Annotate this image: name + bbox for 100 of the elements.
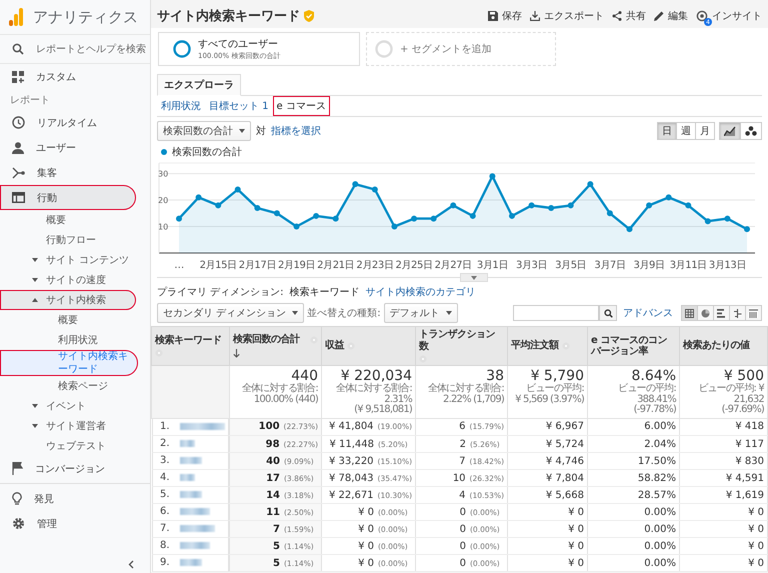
line-chart-button[interactable] <box>719 122 741 140</box>
table-cell: ¥ 4,591 <box>680 470 768 486</box>
nav-item[interactable]: 集客 <box>0 160 150 185</box>
column-header[interactable]: 検索キーワード <box>152 326 230 366</box>
pie-view-button[interactable] <box>697 305 714 321</box>
table-view-button[interactable] <box>681 305 698 321</box>
nav-subitem[interactable]: ウェブテスト <box>0 436 150 456</box>
dimension-link[interactable]: サイト内検索のカテゴリ <box>366 285 476 299</box>
nav-group[interactable]: イベント <box>0 396 150 416</box>
grid-plus-icon <box>12 70 24 82</box>
branch-icon <box>12 166 25 178</box>
toolbar-action-button[interactable]: 共有 <box>612 9 646 23</box>
table-cell: 0 <box>460 558 466 568</box>
advanced-filter-link[interactable]: アドバンス <box>623 306 673 320</box>
search-button[interactable] <box>599 305 617 321</box>
period-button[interactable]: 週 <box>676 122 696 140</box>
sort-type-label: 並べ替えの種類: <box>307 306 381 320</box>
period-button[interactable]: 日 <box>657 122 677 140</box>
period-button[interactable]: 月 <box>695 122 715 140</box>
table-cell: ¥ 0 <box>508 520 588 538</box>
line-chart-icon <box>724 126 736 136</box>
table-grid-icon <box>685 308 694 318</box>
caret-icon <box>32 404 38 408</box>
row-index: 4. <box>158 472 170 483</box>
row-index: 2. <box>158 438 170 449</box>
nav-subitem[interactable]: 概要 <box>0 210 150 230</box>
table-cell: ¥ 830 <box>680 452 768 470</box>
table-cell: ¥ 0 <box>508 538 588 554</box>
collapse-chevron-icon[interactable] <box>128 560 134 569</box>
axis-tick-label: 10 <box>158 222 168 232</box>
nav-group[interactable]: サイト コンテンツ <box>0 250 150 270</box>
secondary-dimension-dropdown[interactable]: セカンダリ ディメンション <box>157 303 304 323</box>
data-point <box>372 186 378 192</box>
nav-subitem[interactable]: 行動フロー <box>0 230 150 250</box>
pivot-view-button[interactable] <box>745 305 762 321</box>
column-header[interactable]: 検索あたりの値 <box>680 326 768 366</box>
nav-group[interactable]: サイト運営者 <box>0 416 150 436</box>
column-header[interactable]: 収益 <box>322 326 416 366</box>
data-point <box>215 202 222 208</box>
axis-tick-label: 3月13日 <box>708 260 746 271</box>
nav-group[interactable]: サイト内検索 <box>0 290 136 310</box>
nav-group[interactable]: サイトの速度 <box>0 270 150 290</box>
table-cell: 6.00% <box>588 418 680 436</box>
versus-label: 対 <box>256 124 266 138</box>
motion-chart-button[interactable] <box>740 122 762 140</box>
custom-reports-item[interactable]: カスタム <box>0 64 150 89</box>
compare-view-button[interactable] <box>729 305 746 321</box>
chart-expand-handle[interactable] <box>460 273 488 282</box>
column-header[interactable]: 平均注文額 <box>508 326 588 366</box>
help-icon <box>347 342 355 350</box>
axis-tick-label: 3月9日 <box>634 260 665 271</box>
report-tab[interactable]: e コマース <box>272 96 330 116</box>
add-segment-card[interactable]: + セグメントを追加 <box>366 32 556 66</box>
nav-subitem[interactable]: 利用状況 <box>0 330 138 350</box>
column-header[interactable]: トランザクション数 <box>416 326 508 366</box>
table-cell: ¥ 11,448 <box>329 438 374 450</box>
bars-view-button[interactable] <box>713 305 730 321</box>
table-cell: 14 <box>266 490 280 500</box>
nav-subitem[interactable]: サイト内検索キーワード <box>0 350 138 376</box>
data-point <box>176 216 182 222</box>
nav-item[interactable]: ユーザー <box>0 135 150 160</box>
toolbar-action-button[interactable]: エクスポート <box>530 9 604 23</box>
table-cell: 0 <box>460 540 466 552</box>
data-point <box>568 202 574 208</box>
nav-subitem[interactable]: 検索ページ <box>0 376 138 396</box>
table-cell: 100 <box>258 421 280 432</box>
search-icon <box>12 43 24 55</box>
nav-item[interactable]: 行動 <box>0 185 136 210</box>
column-header[interactable]: 検索回数の合計 <box>230 326 322 366</box>
report-search-field[interactable]: レポートとヘルプを検索 <box>0 35 150 64</box>
report-tab[interactable]: 目標セット 1 <box>205 96 273 116</box>
table-cell: ¥ 5,668 <box>508 486 588 504</box>
nav-subitem[interactable]: 概要 <box>0 310 138 330</box>
data-point <box>744 226 750 232</box>
blurred-keyword <box>180 457 202 464</box>
nav-item[interactable]: 発見 <box>0 486 150 511</box>
row-index: 7. <box>158 523 170 534</box>
table-search-field[interactable] <box>513 305 599 321</box>
table-cell: 17 <box>266 472 280 484</box>
report-tab[interactable]: 利用状況 <box>157 96 205 116</box>
caret-icon <box>32 278 38 282</box>
table-cell: ¥ 0 <box>508 554 588 572</box>
nav-item[interactable]: リアルタイム <box>0 110 150 135</box>
table-cell: 98 <box>266 438 280 450</box>
axis-tick-label: 2月21日 <box>317 260 354 271</box>
metric-dropdown[interactable]: 検索回数の合計 <box>157 121 251 141</box>
toolbar-action-button[interactable]: 編集 <box>654 9 688 23</box>
caret-icon <box>239 129 245 133</box>
flag-icon <box>12 462 23 475</box>
select-metric-link[interactable]: 指標を選択 <box>271 124 321 138</box>
axis-tick-label: 3月3日 <box>516 260 548 271</box>
column-header[interactable]: e コマースのコンバージョン率 <box>588 326 680 366</box>
nav-item[interactable]: 管理 <box>0 511 150 536</box>
nav-item[interactable]: コンバージョン <box>0 456 150 481</box>
toolbar-action-button[interactable]: 保存 <box>488 9 522 23</box>
axis-tick-label: 30 <box>158 170 168 179</box>
table-cell: 11 <box>266 506 280 518</box>
row-index: 5. <box>158 489 170 500</box>
explorer-tab[interactable]: エクスプローラ <box>157 74 241 96</box>
sort-dropdown[interactable]: デフォルト <box>384 303 458 323</box>
